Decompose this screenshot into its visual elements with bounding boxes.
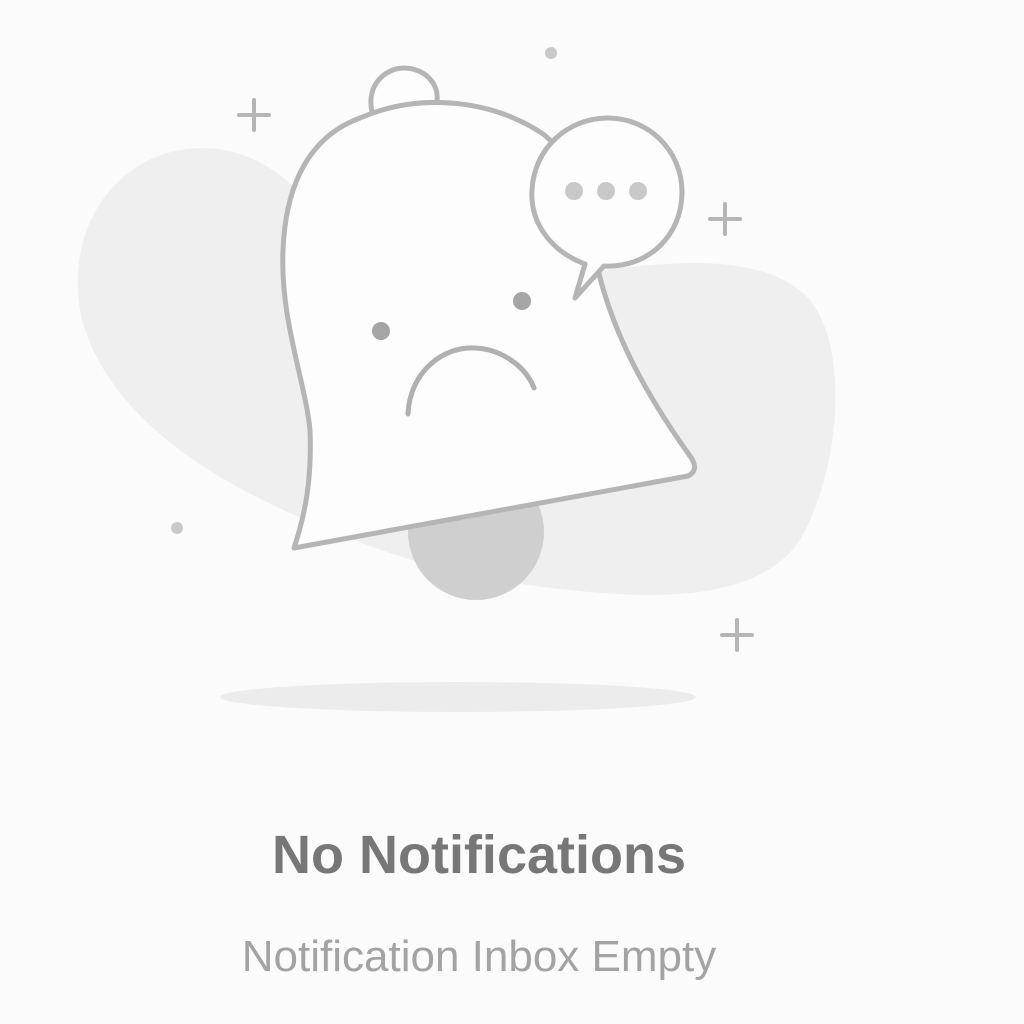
typing-dot-1 — [565, 182, 583, 200]
sparkle-icon — [720, 618, 754, 652]
bell-left-eye — [372, 322, 390, 340]
bell-right-eye — [513, 292, 531, 310]
decor-dot — [545, 47, 557, 59]
typing-dot-2 — [597, 182, 615, 200]
decor-dot — [171, 522, 183, 534]
empty-state-subtitle: Notification Inbox Empty — [241, 932, 717, 981]
sparkle-icon — [237, 98, 271, 132]
empty-state-illustration — [77, 47, 836, 712]
empty-notifications-screen: No Notifications Notification Inbox Empt… — [0, 0, 1024, 1024]
floor-shadow — [220, 682, 696, 712]
sparkle-icon — [708, 202, 742, 236]
empty-state-title: No Notifications — [272, 825, 686, 885]
typing-dot-3 — [629, 182, 647, 200]
